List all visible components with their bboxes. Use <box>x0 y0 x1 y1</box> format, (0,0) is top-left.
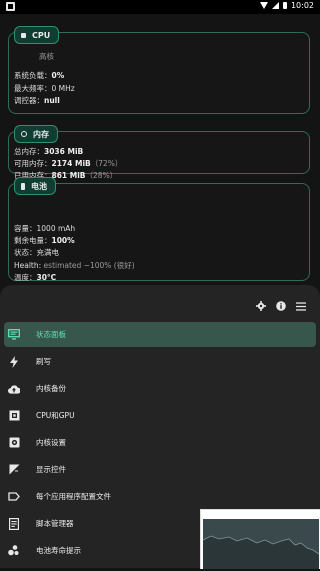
nav-item-label: 状态面板 <box>36 330 66 339</box>
display-icon <box>8 464 20 476</box>
app-notification-icon <box>6 2 15 11</box>
battery-level: 剩余电量：100% <box>14 236 75 245</box>
memory-card: 内存 总内存：3036 MiB 可用内存：2174 MiB（72%） 已用内存：… <box>8 125 310 180</box>
bubbles-icon <box>8 545 20 557</box>
preview-image <box>201 510 320 569</box>
cpu-card: CPU 高核 系统负载：0% 最大频率：0 MHz 调控器：null <box>8 26 310 114</box>
battery-card-tag: 电池 <box>14 177 56 195</box>
nav-item-label: 电池寿命提示 <box>36 546 81 555</box>
cpu-cluster: 高核 <box>39 52 54 61</box>
memory-card-title: 内存 <box>33 129 49 139</box>
memory-card-tag: 内存 <box>14 125 58 143</box>
nav-item-flash[interactable]: 刷写 <box>4 349 316 374</box>
memory-available: 可用内存：2174 MiB（72%） <box>14 159 123 168</box>
script-icon <box>8 517 20 530</box>
nav-item-label: 内核设置 <box>36 438 66 447</box>
nav-item-cpu-gpu[interactable]: CPU和GPU <box>4 403 316 428</box>
cloud-upload-icon <box>8 383 20 395</box>
gear-icon[interactable] <box>256 301 266 311</box>
battery-card: 电池 容量：1000 mAh 剩余电量：100% 状态：充满电 Health: … <box>8 177 310 282</box>
cpu-max-freq: 最大频率：0 MHz <box>14 84 75 93</box>
chip-icon <box>8 410 20 422</box>
status-bar: 10:02 <box>0 0 320 14</box>
signal-icon <box>271 2 279 9</box>
cpu-card-tag: CPU <box>14 26 60 44</box>
tag-icon <box>8 491 20 503</box>
nav-item-label: 刷写 <box>36 357 51 366</box>
monitor-icon <box>8 329 20 341</box>
battery-icon <box>282 2 287 9</box>
nav-item-dashboard[interactable]: 状态面板 <box>4 322 316 347</box>
chip-icon <box>21 32 26 38</box>
status-time: 10:02 <box>290 1 314 10</box>
nav-item-label: 每个应用程序配置文件 <box>36 492 111 501</box>
wifi-icon <box>259 2 268 9</box>
nav-item-label: 内核备份 <box>36 384 66 393</box>
battery-status: 状态：充满电 <box>14 248 59 257</box>
preview-thumbnail[interactable] <box>200 509 320 569</box>
battery-card-title: 电池 <box>31 181 47 191</box>
nav-item-display-controls[interactable]: 显示控件 <box>4 457 316 482</box>
cpu-load: 系统负载：0% <box>14 71 65 80</box>
cpu-card-title: CPU <box>32 30 51 40</box>
drawer-toolbar <box>256 301 306 311</box>
nav-item-kernel-backup[interactable]: 内核备份 <box>4 376 316 401</box>
info-icon[interactable] <box>276 301 286 311</box>
battery-temperature: 温度：30°C <box>14 273 57 282</box>
nav-item-label: CPU和GPU <box>36 411 75 420</box>
nav-item-kernel-settings[interactable]: 内核设置 <box>4 430 316 455</box>
battery-capacity: 容量：1000 mAh <box>14 224 76 233</box>
nav-item-label: 显示控件 <box>36 465 66 474</box>
battery-health: Health: estimated ~100% (很好) <box>14 261 135 270</box>
nav-item-label: 脚本管理器 <box>36 519 74 528</box>
memory-total: 总内存：3036 MiB <box>14 147 84 156</box>
cpu-governor: 调控器：null <box>14 96 60 105</box>
battery-icon <box>21 182 25 190</box>
menu-icon[interactable] <box>296 301 306 311</box>
memory-icon <box>21 131 27 137</box>
flash-icon <box>8 355 20 368</box>
settings-box-icon <box>8 437 20 449</box>
nav-item-per-app-profiles[interactable]: 每个应用程序配置文件 <box>4 484 316 509</box>
